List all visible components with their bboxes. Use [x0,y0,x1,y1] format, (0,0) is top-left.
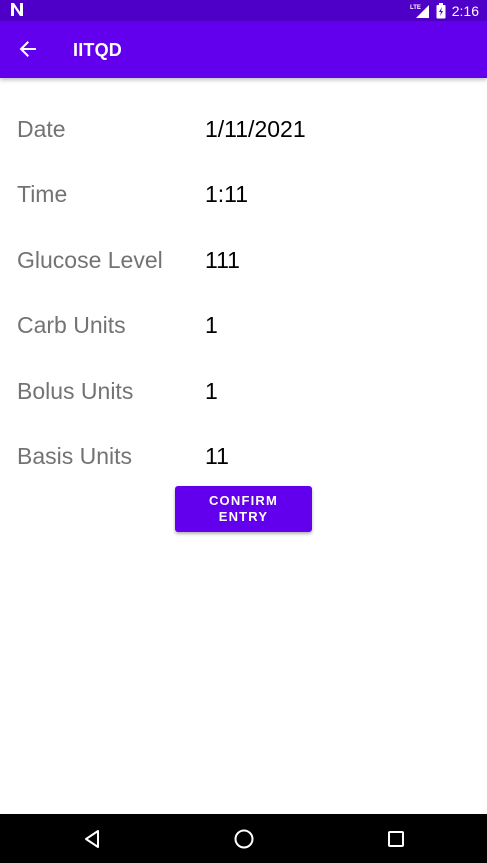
nav-recents-square-icon [388,831,404,847]
time-label: Time [17,181,68,207]
nav-back-button[interactable] [77,824,107,854]
system-nav-bar [0,814,487,863]
nav-home-circle-icon [234,829,254,849]
svg-text:LTE: LTE [410,5,421,11]
date-label: Date [17,116,66,142]
carb-units-value: 1 [205,312,218,338]
row-basis: Basis Units 11 [0,436,487,476]
battery-icon [436,2,446,19]
time-value: 1:11 [205,181,249,207]
confirm-entry-button[interactable]: CONFIRM ENTRY [175,486,312,532]
glucose-level-label: Glucose Level [17,247,163,273]
back-button[interactable] [8,29,48,69]
row-time: Time 1:11 [0,174,487,214]
status-time: 2:16 [451,2,479,19]
app-bar: IITQD [0,21,487,78]
row-glucose: Glucose Level 111 [0,240,487,280]
nav-back-triangle-icon [85,830,99,848]
row-date: Date 1/11/2021 [0,109,487,149]
carb-units-label: Carb Units [17,312,126,338]
lte-signal-icon: LTE [410,3,430,19]
back-arrow-icon [19,41,36,57]
basis-units-label: Basis Units [17,443,133,469]
row-bolus: Bolus Units 1 [0,371,487,411]
glucose-level-value: 111 [205,247,240,273]
status-indicators: LTE 2:16 [410,0,479,21]
bolus-units-value: 1 [205,378,218,404]
nav-recents-button[interactable] [381,824,411,854]
bolus-units-label: Bolus Units [17,378,134,404]
basis-units-value: 11 [205,443,229,469]
date-value: 1/11/2021 [205,116,306,142]
row-carb: Carb Units 1 [0,305,487,345]
status-bar: LTE 2:16 [0,0,487,21]
n-notification-icon [10,2,24,19]
page-title: IITQD [73,40,122,60]
nav-home-button[interactable] [229,824,259,854]
